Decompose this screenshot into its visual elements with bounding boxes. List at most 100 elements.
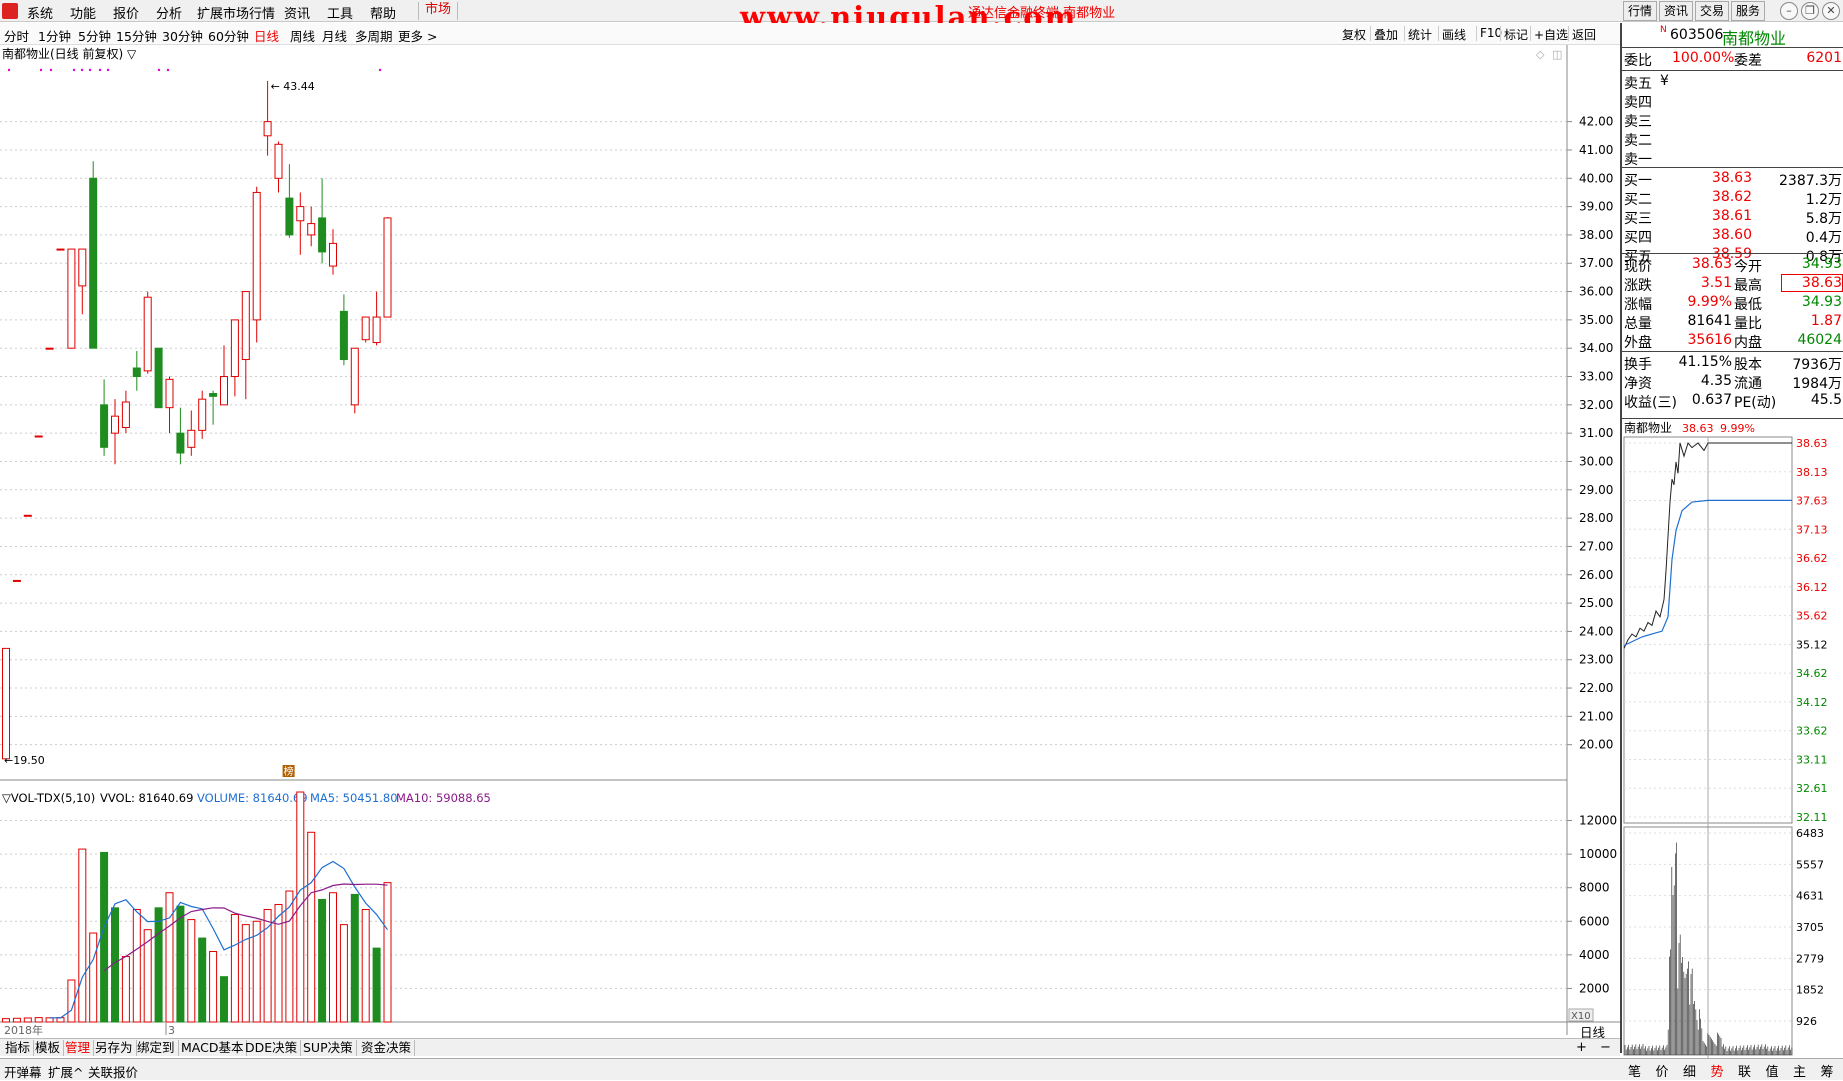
stat-label: 现价 [1624, 259, 1652, 275]
indicator-tab-5[interactable]: MACD基本 [178, 1040, 248, 1056]
menu-item-market[interactable]: 市场 [418, 2, 459, 20]
y-tick-label: 20.00 [1579, 738, 1613, 752]
panel-tab-2[interactable]: 细 [1683, 1061, 1696, 1080]
close-icon[interactable]: ✕ [1822, 2, 1840, 20]
tool-4[interactable]: F10 [1480, 26, 1502, 40]
period-7[interactable]: 周线 [290, 26, 315, 45]
indicator-tab-2[interactable]: 管理 [62, 1040, 95, 1056]
period-9[interactable]: 多周期 [355, 26, 393, 45]
stat-value: 9.99% [1687, 294, 1732, 310]
menu-item-system[interactable]: 系统 [27, 3, 53, 22]
mini-vol-tick: 926 [1796, 1015, 1817, 1028]
period-1[interactable]: 1分钟 [38, 26, 71, 45]
period-2[interactable]: 5分钟 [78, 26, 111, 45]
fin-label: 净资 [1624, 376, 1652, 392]
fin-row: 收益(三) 0.637 PE(动) 45.5 [1622, 392, 1843, 411]
y-tick-label: 24.00 [1579, 624, 1613, 638]
kline-chart[interactable]: 南都物业(日线 前复权) ▽ ◇ ◫ 42.00 41.00 40.00 39.00 38.0… [0, 45, 1620, 1038]
zoom-out-icon[interactable]: − [1600, 1040, 1611, 1055]
indicator-tab-1[interactable]: 模板 [32, 1040, 65, 1056]
period-8[interactable]: 月线 [322, 26, 347, 45]
candle-body [230, 319, 239, 378]
tool-6[interactable]: +自选 [1534, 26, 1568, 43]
volume-bar [329, 892, 337, 1023]
tool-2[interactable]: 统计 [1408, 26, 1432, 43]
danmaku-toggle[interactable]: 开弹幕 [4, 1062, 42, 1081]
panel-toggle-icon[interactable]: ◫ [1552, 48, 1562, 61]
menu-item-quote[interactable]: 报价 [113, 3, 139, 22]
indicator-tab-8[interactable]: 资金决策 [358, 1040, 416, 1056]
panel-tab-0[interactable]: 笔 [1628, 1061, 1641, 1080]
indicator-tab-7[interactable]: SUP决策 [300, 1040, 357, 1056]
volume-bar [361, 909, 370, 1023]
mini-vol-tick: 2779 [1796, 952, 1824, 965]
btn-trade[interactable]: 交易 [1695, 1, 1729, 21]
mini-price-tick: 32.11 [1796, 811, 1828, 824]
panel-tab-5[interactable]: 值 [1766, 1061, 1779, 1080]
minimize-icon[interactable]: – [1780, 2, 1798, 20]
vol-y-tick-label: 6000 [1579, 914, 1610, 928]
linked-quote[interactable]: 关联报价 [88, 1062, 138, 1081]
intraday-chart[interactable]: 南都物业 38.63 9.99% 38.63 38.13 37.63 37.13 36.62 3… [1622, 419, 1843, 1059]
mini-price-tick: 37.13 [1796, 523, 1828, 536]
panel-tab-7[interactable]: 筹 [1821, 1061, 1834, 1080]
extend-toggle[interactable]: 扩展^ [48, 1062, 83, 1081]
period-4[interactable]: 30分钟 [162, 26, 203, 45]
vol-title-2: VOLUME: 81640.69 [197, 791, 308, 805]
indicator-tab-4[interactable]: 绑定到 [134, 1040, 179, 1056]
zoom-in-icon[interactable]: + [1576, 1040, 1587, 1055]
indicator-tab-3[interactable]: 另存为 [92, 1040, 137, 1056]
indicator-tab-6[interactable]: DDE决策 [242, 1040, 302, 1056]
panel-tab-6[interactable]: 主 [1793, 1061, 1806, 1080]
menu-item-function[interactable]: 功能 [70, 3, 96, 22]
fin-label: PE(动) [1734, 395, 1777, 411]
stat-value: 35616 [1687, 332, 1732, 348]
low-label: ←19.50 [4, 754, 45, 767]
period-0[interactable]: 分时 [4, 26, 29, 45]
menu-item-help[interactable]: 帮助 [370, 3, 396, 22]
mini-vol-tick: 4631 [1796, 890, 1824, 903]
btn-quotes[interactable]: 行情 [1623, 1, 1657, 21]
mini-price-tick: 38.13 [1796, 466, 1828, 479]
vol-y-tick-label: 12000 [1579, 814, 1617, 828]
y-tick-label: 22.00 [1579, 681, 1613, 695]
stat-label: 内盘 [1734, 335, 1762, 351]
panel-tab-1[interactable]: 价 [1656, 1061, 1669, 1080]
period-3[interactable]: 15分钟 [116, 26, 157, 45]
diamond-icon[interactable]: ◇ [1536, 48, 1545, 61]
candle-body [132, 367, 141, 378]
panel-tab-3[interactable]: 势 [1711, 1061, 1724, 1080]
tool-7[interactable]: 返回 [1572, 26, 1596, 43]
volume-bar [296, 791, 305, 1023]
menu-item-analysis[interactable]: 分析 [156, 3, 182, 22]
indicator-tab-0[interactable]: 指标 [2, 1040, 35, 1056]
candle-body [56, 248, 65, 251]
menu-item-news[interactable]: 资讯 [284, 3, 310, 22]
bid-vol: 0.4万 [1805, 230, 1842, 246]
menu-item-tools[interactable]: 工具 [327, 3, 353, 22]
y-tick-label: 42.00 [1579, 115, 1613, 129]
panel-tab-4[interactable]: 联 [1738, 1061, 1751, 1080]
vol-title-3: MA5: 50451.80 [310, 791, 398, 805]
candle-body [274, 143, 283, 179]
vol-title-0: ▽VOL-TDX(5,10) [2, 791, 95, 805]
period-6[interactable]: 日线 [254, 26, 279, 45]
restore-icon[interactable]: ❐ [1801, 2, 1819, 20]
bid-row: 买四 38.60 0.4万 [1622, 227, 1843, 246]
period-5[interactable]: 60分钟 [208, 26, 249, 45]
tool-1[interactable]: 叠加 [1374, 26, 1398, 43]
period-10[interactable]: 更多 > [398, 26, 437, 45]
tool-5[interactable]: 标记 [1504, 26, 1528, 43]
tool-0[interactable]: 复权 [1342, 26, 1366, 43]
btn-info[interactable]: 资讯 [1659, 1, 1693, 21]
fin-label: 换手 [1624, 357, 1652, 373]
btn-service[interactable]: 服务 [1731, 1, 1765, 21]
stat-label: 涨跌 [1624, 278, 1652, 294]
signal-dot [39, 68, 43, 72]
candle-body [361, 316, 370, 341]
tool-divider [1500, 26, 1501, 41]
chart-tools: 复权 叠加 统计 画线 F10 标记 +自选 返回 [1338, 23, 1620, 45]
stat-label: 今开 [1734, 259, 1762, 275]
tool-3[interactable]: 画线 [1442, 26, 1466, 43]
menu-item-ext-market[interactable]: 扩展市场行情 [197, 3, 275, 22]
